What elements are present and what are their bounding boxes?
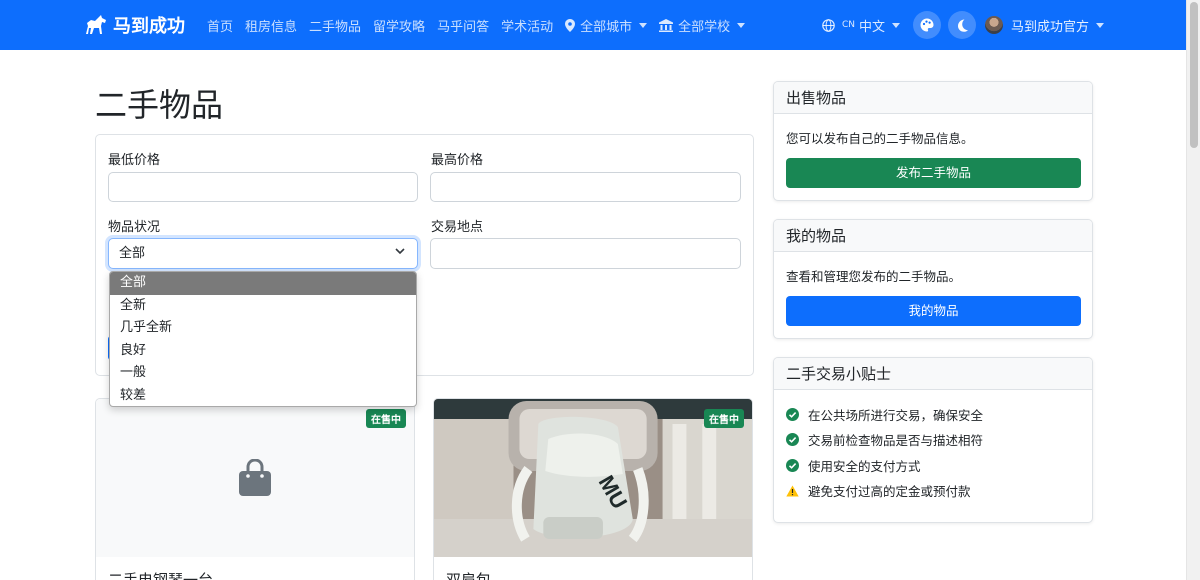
school-dropdown-label: 全部学校 (678, 19, 731, 35)
location-label: 交易地点 (431, 220, 484, 235)
bank-icon (659, 18, 674, 32)
nav-study-abroad[interactable]: 留学攻略 (373, 16, 425, 35)
tips-card: 二手交易小贴士 在公共场所进行交易，确保安全 交易前检查物品是否与描述相符 使用… (773, 357, 1093, 523)
product-card[interactable]: MU 在售中 双肩包 (433, 398, 753, 580)
horse-logo-icon (86, 15, 106, 34)
nav-home[interactable]: 首页 (207, 16, 233, 35)
city-dropdown[interactable]: 全部城市 (565, 16, 648, 35)
condition-dropdown-list: 全部 全新 几乎全新 良好 一般 较差 (109, 271, 417, 407)
check-circle-icon (786, 433, 799, 447)
condition-select[interactable]: 全部 (108, 238, 418, 269)
tips-list: 在公共场所进行交易，确保安全 交易前检查物品是否与描述相符 使用安全的支付方式 … (786, 402, 983, 503)
school-dropdown[interactable]: 全部学校 (659, 16, 746, 35)
top-navbar: 马到成功 首页 租房信息 二手物品 留学攻略 马乎问答 学术活动 全部城市 全部… (0, 0, 1186, 50)
chevron-down-icon (737, 22, 746, 28)
max-price-input[interactable] (430, 172, 741, 202)
tip-item: 避免支付过高的定金或预付款 (786, 478, 983, 503)
min-price-label: 最低价格 (108, 153, 161, 168)
page-title: 二手物品 (95, 86, 224, 124)
scrollbar[interactable] (1186, 0, 1200, 580)
sell-card-title: 出售物品 (774, 82, 1092, 114)
sell-card-text: 您可以发布自己的二手物品信息。 (786, 131, 974, 146)
my-items-card-text: 查看和管理您发布的二手物品。 (786, 269, 962, 284)
tip-item: 在公共场所进行交易，确保安全 (786, 402, 983, 427)
condition-option[interactable]: 较差 (110, 385, 416, 406)
palette-icon (920, 18, 934, 32)
my-items-button[interactable]: 我的物品 (786, 296, 1081, 326)
chevron-down-icon (639, 22, 648, 28)
bag-placeholder-icon (239, 459, 271, 496)
status-badge: 在售中 (704, 409, 744, 428)
nav-qa[interactable]: 马乎问答 (437, 16, 489, 35)
tip-item: 交易前检查物品是否与描述相符 (786, 427, 983, 452)
tip-text: 避免支付过高的定金或预付款 (808, 484, 971, 500)
tip-text: 使用安全的支付方式 (808, 458, 921, 474)
map-pin-icon (565, 18, 576, 32)
location-input[interactable] (430, 238, 741, 269)
brand-name: 马到成功 (113, 16, 185, 37)
user-menu[interactable]: 马到成功官方 (985, 16, 1105, 35)
moon-icon (957, 19, 968, 32)
condition-option[interactable]: 一般 (110, 362, 416, 385)
nav-secondhand[interactable]: 二手物品 (309, 16, 361, 35)
tip-text: 交易前检查物品是否与描述相符 (808, 433, 984, 449)
user-name: 马到成功官方 (1011, 19, 1090, 35)
chevron-down-icon (892, 22, 901, 28)
warning-icon (786, 485, 799, 497)
brand-logo[interactable]: 马到成功 (84, 12, 185, 38)
language-dropdown[interactable]: CN 中文 (822, 16, 901, 35)
city-dropdown-label: 全部城市 (580, 19, 633, 35)
my-items-card: 我的物品 查看和管理您发布的二手物品。 我的物品 (773, 219, 1093, 339)
language-label: 中文 (859, 19, 886, 35)
tips-card-title: 二手交易小贴士 (774, 358, 1092, 390)
condition-label: 物品状况 (108, 220, 161, 235)
my-items-card-title: 我的物品 (774, 220, 1092, 252)
condition-option[interactable]: 全新 (110, 295, 416, 318)
nav-rental[interactable]: 租房信息 (245, 16, 297, 35)
min-price-input[interactable] (108, 172, 418, 202)
condition-option[interactable]: 良好 (110, 340, 416, 363)
language-code: CN (842, 20, 856, 30)
check-circle-icon (786, 408, 799, 422)
chevron-down-icon (1096, 22, 1105, 28)
max-price-label: 最高价格 (431, 153, 484, 168)
status-badge: 在售中 (366, 409, 406, 428)
check-circle-icon (786, 458, 799, 472)
scrollbar-thumb[interactable] (1190, 2, 1198, 148)
tip-text: 在公共场所进行交易，确保安全 (808, 408, 984, 424)
product-card[interactable]: 在售中 二手电钢琴一台 (95, 398, 415, 580)
sell-card: 出售物品 您可以发布自己的二手物品信息。 发布二手物品 (773, 81, 1093, 201)
condition-option[interactable]: 几乎全新 (110, 317, 416, 340)
theme-palette-button[interactable] (913, 11, 942, 39)
dark-mode-toggle[interactable] (948, 11, 977, 39)
publish-item-button[interactable]: 发布二手物品 (786, 158, 1081, 188)
tip-item: 使用安全的支付方式 (786, 453, 983, 478)
product-title[interactable]: 双肩包 (446, 569, 491, 580)
condition-option[interactable]: 全部 (110, 272, 416, 295)
globe-icon (822, 18, 835, 32)
nav-academic[interactable]: 学术活动 (501, 16, 553, 35)
condition-select-value: 全部 (119, 246, 146, 261)
avatar (985, 16, 1004, 34)
chevron-down-icon (395, 248, 405, 255)
product-title[interactable]: 二手电钢琴一台 (108, 569, 213, 580)
